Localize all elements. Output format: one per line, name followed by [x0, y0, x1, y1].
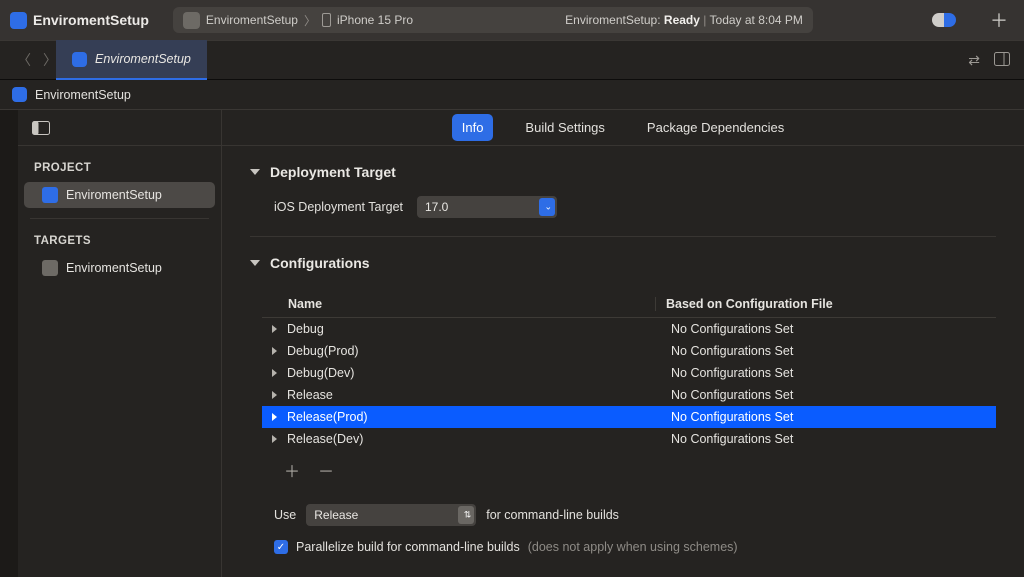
titlebar: EnviromentSetup EnviromentSetup 〉 iPhone… [0, 0, 1024, 40]
add-configuration-button[interactable]: ＋ [284, 458, 300, 482]
parallelize-build-row[interactable]: ✓ Parallelize build for command-line bui… [250, 526, 996, 554]
device-name: iPhone 15 Pro [337, 13, 413, 27]
editor-tab-title: EnviromentSetup [95, 52, 191, 66]
config-file: No Configurations Set [671, 366, 996, 380]
tab-info[interactable]: Info [452, 114, 494, 141]
disclosure-triangle-icon [250, 169, 260, 175]
tab-strip: 〈 〉 EnviromentSetup ⇄ [0, 40, 1024, 80]
table-row[interactable]: Release(Prod)No Configurations Set [262, 406, 996, 428]
config-name: Release(Prod) [287, 410, 671, 424]
chevron-right-icon: 〉 [304, 12, 316, 29]
sidebar-item-target[interactable]: EnviromentSetup [24, 255, 215, 281]
adjust-editor-icon[interactable] [994, 52, 1010, 69]
scheme-name: EnviromentSetup [206, 13, 298, 27]
table-row[interactable]: Release(Dev)No Configurations Set [262, 428, 996, 450]
config-file: No Configurations Set [671, 388, 996, 402]
table-row[interactable]: DebugNo Configurations Set [262, 318, 996, 340]
sidebar-target-name: EnviromentSetup [66, 261, 162, 275]
editor-tab-active[interactable]: EnviromentSetup [56, 40, 207, 80]
sidebar-project-name: EnviromentSetup [66, 188, 162, 202]
config-name: Debug(Prod) [287, 344, 671, 358]
editor-segment-bar [18, 110, 221, 146]
use-label-post: for command-line builds [486, 508, 619, 522]
disclosure-triangle-icon [272, 369, 277, 377]
add-tab-button[interactable]: ＋ [984, 7, 1014, 33]
cloud-sync-icon[interactable] [932, 13, 956, 27]
deployment-target-select[interactable]: 17.0 ⌄ [417, 196, 557, 218]
tab-build-settings[interactable]: Build Settings [515, 114, 615, 141]
nav-icons: 〈 〉 [8, 50, 56, 70]
table-row[interactable]: Debug(Prod)No Configurations Set [262, 340, 996, 362]
sidebar-item-project[interactable]: EnviromentSetup [24, 182, 215, 208]
build-status: EnviromentSetup: Ready | Today at 8:04 P… [565, 13, 803, 27]
use-label-pre: Use [274, 508, 296, 522]
breadcrumb[interactable]: EnviromentSetup [0, 80, 1024, 110]
window-left-gutter [0, 110, 18, 577]
deployment-label: iOS Deployment Target [274, 200, 403, 214]
app-icon [10, 12, 27, 29]
chevron-down-icon: ⌄ [544, 202, 552, 213]
toggle-sidebar-button[interactable] [18, 121, 64, 135]
disclosure-triangle-icon [272, 347, 277, 355]
config-name: Debug(Dev) [287, 366, 671, 380]
project-title: EnviromentSetup [33, 12, 149, 28]
table-header: Name Based on Configuration File [262, 291, 996, 318]
editor-content: Info Build Settings Package Dependencies… [222, 110, 1024, 577]
scheme-run-bar[interactable]: EnviromentSetup 〉 iPhone 15 Pro Envirome… [173, 7, 813, 33]
related-items-icon[interactable] [5, 52, 7, 68]
config-file: No Configurations Set [671, 344, 996, 358]
project-title-group: EnviromentSetup [10, 12, 149, 29]
editor-segments: Info Build Settings Package Dependencies [222, 110, 1024, 146]
config-file: No Configurations Set [671, 322, 996, 336]
configurations-header[interactable]: Configurations [250, 237, 996, 283]
config-name: Debug [287, 322, 671, 336]
table-row[interactable]: ReleaseNo Configurations Set [262, 384, 996, 406]
project-targets-sidebar: PROJECT EnviromentSetup TARGETS Envirome… [18, 110, 222, 577]
targets-section-label: TARGETS [18, 219, 221, 255]
disclosure-triangle-icon [272, 391, 277, 399]
code-review-icon[interactable]: ⇄ [968, 52, 980, 69]
column-config-file: Based on Configuration File [656, 297, 988, 311]
config-name: Release [287, 388, 671, 402]
deployment-target-header[interactable]: Deployment Target [250, 146, 996, 192]
disclosure-triangle-icon [272, 413, 277, 421]
project-file-icon [12, 87, 27, 102]
configurations-table: Name Based on Configuration File DebugNo… [262, 291, 996, 482]
command-line-config-select[interactable]: Release ⇅ [306, 504, 476, 526]
command-line-config-value: Release [314, 508, 358, 522]
config-file: No Configurations Set [671, 410, 996, 424]
project-section-label: PROJECT [18, 146, 221, 182]
parallelize-checkbox[interactable]: ✓ [274, 540, 288, 554]
deployment-target-row: iOS Deployment Target 17.0 ⌄ [250, 192, 996, 218]
disclosure-triangle-icon [250, 260, 260, 266]
device-icon [322, 13, 331, 27]
target-glyph-icon [42, 260, 58, 276]
config-file: No Configurations Set [671, 432, 996, 446]
tab-package-dependencies[interactable]: Package Dependencies [637, 114, 794, 141]
project-glyph-icon [42, 187, 58, 203]
disclosure-triangle-icon [272, 325, 277, 333]
deployment-target-value: 17.0 [425, 200, 448, 214]
breadcrumb-project: EnviromentSetup [35, 88, 131, 102]
table-row[interactable]: Debug(Dev)No Configurations Set [262, 362, 996, 384]
column-name: Name [288, 297, 656, 311]
parallelize-label: Parallelize build for command-line build… [296, 540, 520, 554]
parallelize-note: (does not apply when using schemes) [528, 540, 738, 554]
command-line-build-config-row: Use Release ⇅ for command-line builds [250, 482, 996, 526]
nav-back-button[interactable]: 〈 [15, 50, 33, 70]
scheme-icon [183, 12, 200, 29]
disclosure-triangle-icon [272, 435, 277, 443]
updown-icon: ⇅ [464, 510, 472, 521]
remove-configuration-button[interactable]: － [318, 458, 334, 482]
project-file-icon [72, 52, 87, 67]
config-name: Release(Dev) [287, 432, 671, 446]
